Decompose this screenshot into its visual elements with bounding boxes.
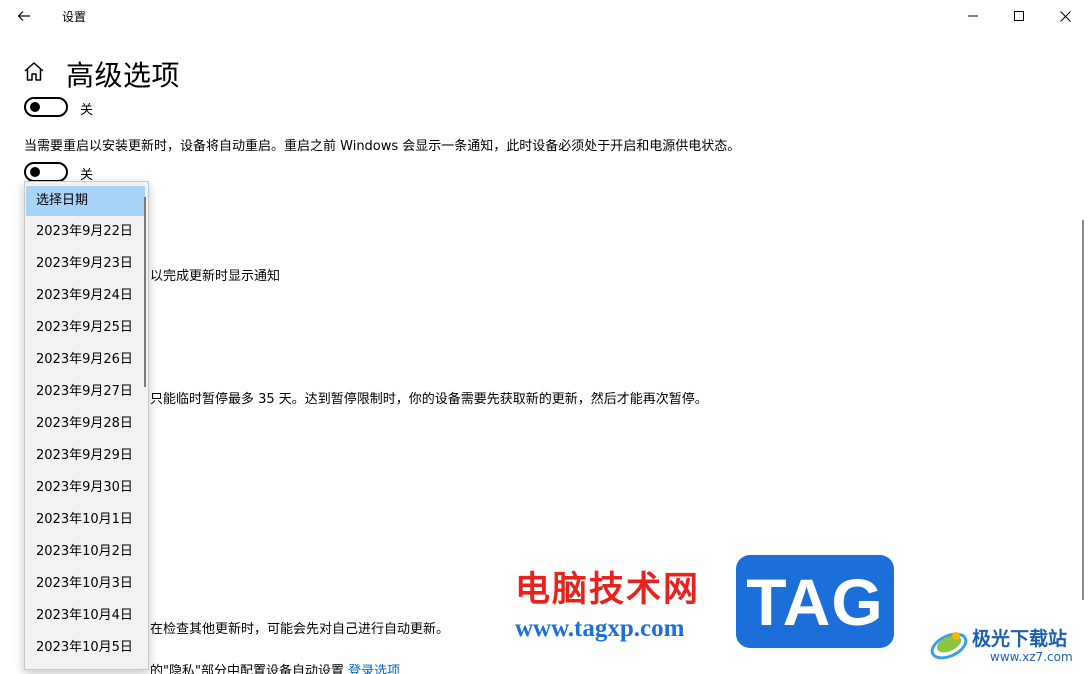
close-button[interactable] [1042, 0, 1088, 32]
dropdown-option-selected[interactable]: 选择日期 [26, 186, 145, 216]
maximize-icon [1014, 11, 1024, 21]
toggle-switch-1[interactable] [24, 97, 68, 117]
toggle-1-state-label: 关 [80, 103, 94, 118]
pause-description: 只能临时暂停最多 35 天。达到暂停限制时，你的设备需要先获取新的更新，然后才能… [150, 392, 708, 407]
title-bar: 设置 [0, 0, 1088, 32]
page-scrollbar[interactable] [1082, 220, 1084, 600]
dropdown-option[interactable]: 2023年9月30日 [25, 472, 148, 504]
dropdown-option[interactable]: 2023年9月27日 [25, 376, 148, 408]
dropdown-option[interactable]: 2023年9月28日 [25, 408, 148, 440]
brand-logo-icon [928, 622, 970, 664]
home-icon[interactable] [22, 60, 46, 84]
dropdown-option[interactable]: 2023年10月5日 [25, 632, 148, 664]
privacy-text: 的"隐私"部分中配置设备自动设置 [150, 664, 344, 674]
restart-description: 当需要重启以安装更新时，设备将自动重启。重启之前 Windows 会显示一条通知… [24, 139, 741, 154]
watermark-site-name: 电脑技术网 [515, 570, 701, 610]
dropdown-option[interactable]: 2023年9月29日 [25, 440, 148, 472]
dropdown-option[interactable]: 2023年10月4日 [25, 600, 148, 632]
minimize-icon [968, 15, 978, 17]
dropdown-items: 选择日期 2023年9月22日 2023年9月23日 2023年9月24日 2023年9… [25, 186, 148, 664]
maximize-button[interactable] [996, 0, 1042, 32]
dropdown-option[interactable]: 2023年9月22日 [25, 216, 148, 248]
dropdown-scrollbar[interactable] [144, 197, 146, 387]
dropdown-option[interactable]: 2023年10月2日 [25, 536, 148, 568]
privacy-description: 的"隐私"部分中配置设备自动设置 登录选项 [150, 660, 400, 674]
watermark-tag-logo: TAG [736, 555, 894, 648]
back-arrow-icon [17, 11, 30, 21]
dropdown-option[interactable]: 2023年10月1日 [25, 504, 148, 536]
dropdown-option[interactable]: 2023年9月24日 [25, 280, 148, 312]
dropdown-option[interactable]: 2023年9月25日 [25, 312, 148, 344]
dropdown-option[interactable]: 2023年9月26日 [25, 344, 148, 376]
sign-in-options-link[interactable]: 登录选项 [348, 664, 400, 674]
toggle-knob [30, 167, 40, 177]
dropdown-option[interactable]: 2023年9月23日 [25, 248, 148, 280]
page-title: 高级选项 [66, 59, 181, 92]
brand2-url: www.xz7.com [990, 650, 1073, 664]
dropdown-option[interactable]: 2023年10月3日 [25, 568, 148, 600]
date-dropdown-list[interactable]: 选择日期 2023年9月22日 2023年9月23日 2023年9月24日 2023年9… [24, 181, 149, 670]
self-update-description: 在检查其他更新时，可能会先对自己进行自动更新。 [150, 622, 450, 637]
watermark-site-url: www.tagxp.com [515, 615, 685, 642]
minimize-button[interactable] [950, 0, 996, 32]
toggle-knob [30, 102, 40, 112]
close-icon [1059, 10, 1071, 22]
brand2-name: 极光下载站 [972, 628, 1068, 650]
window-title: 设置 [62, 10, 87, 24]
notify-description: 以完成更新时显示通知 [150, 269, 281, 284]
back-button[interactable] [8, 2, 40, 30]
toggle-switch-2[interactable] [24, 162, 68, 182]
